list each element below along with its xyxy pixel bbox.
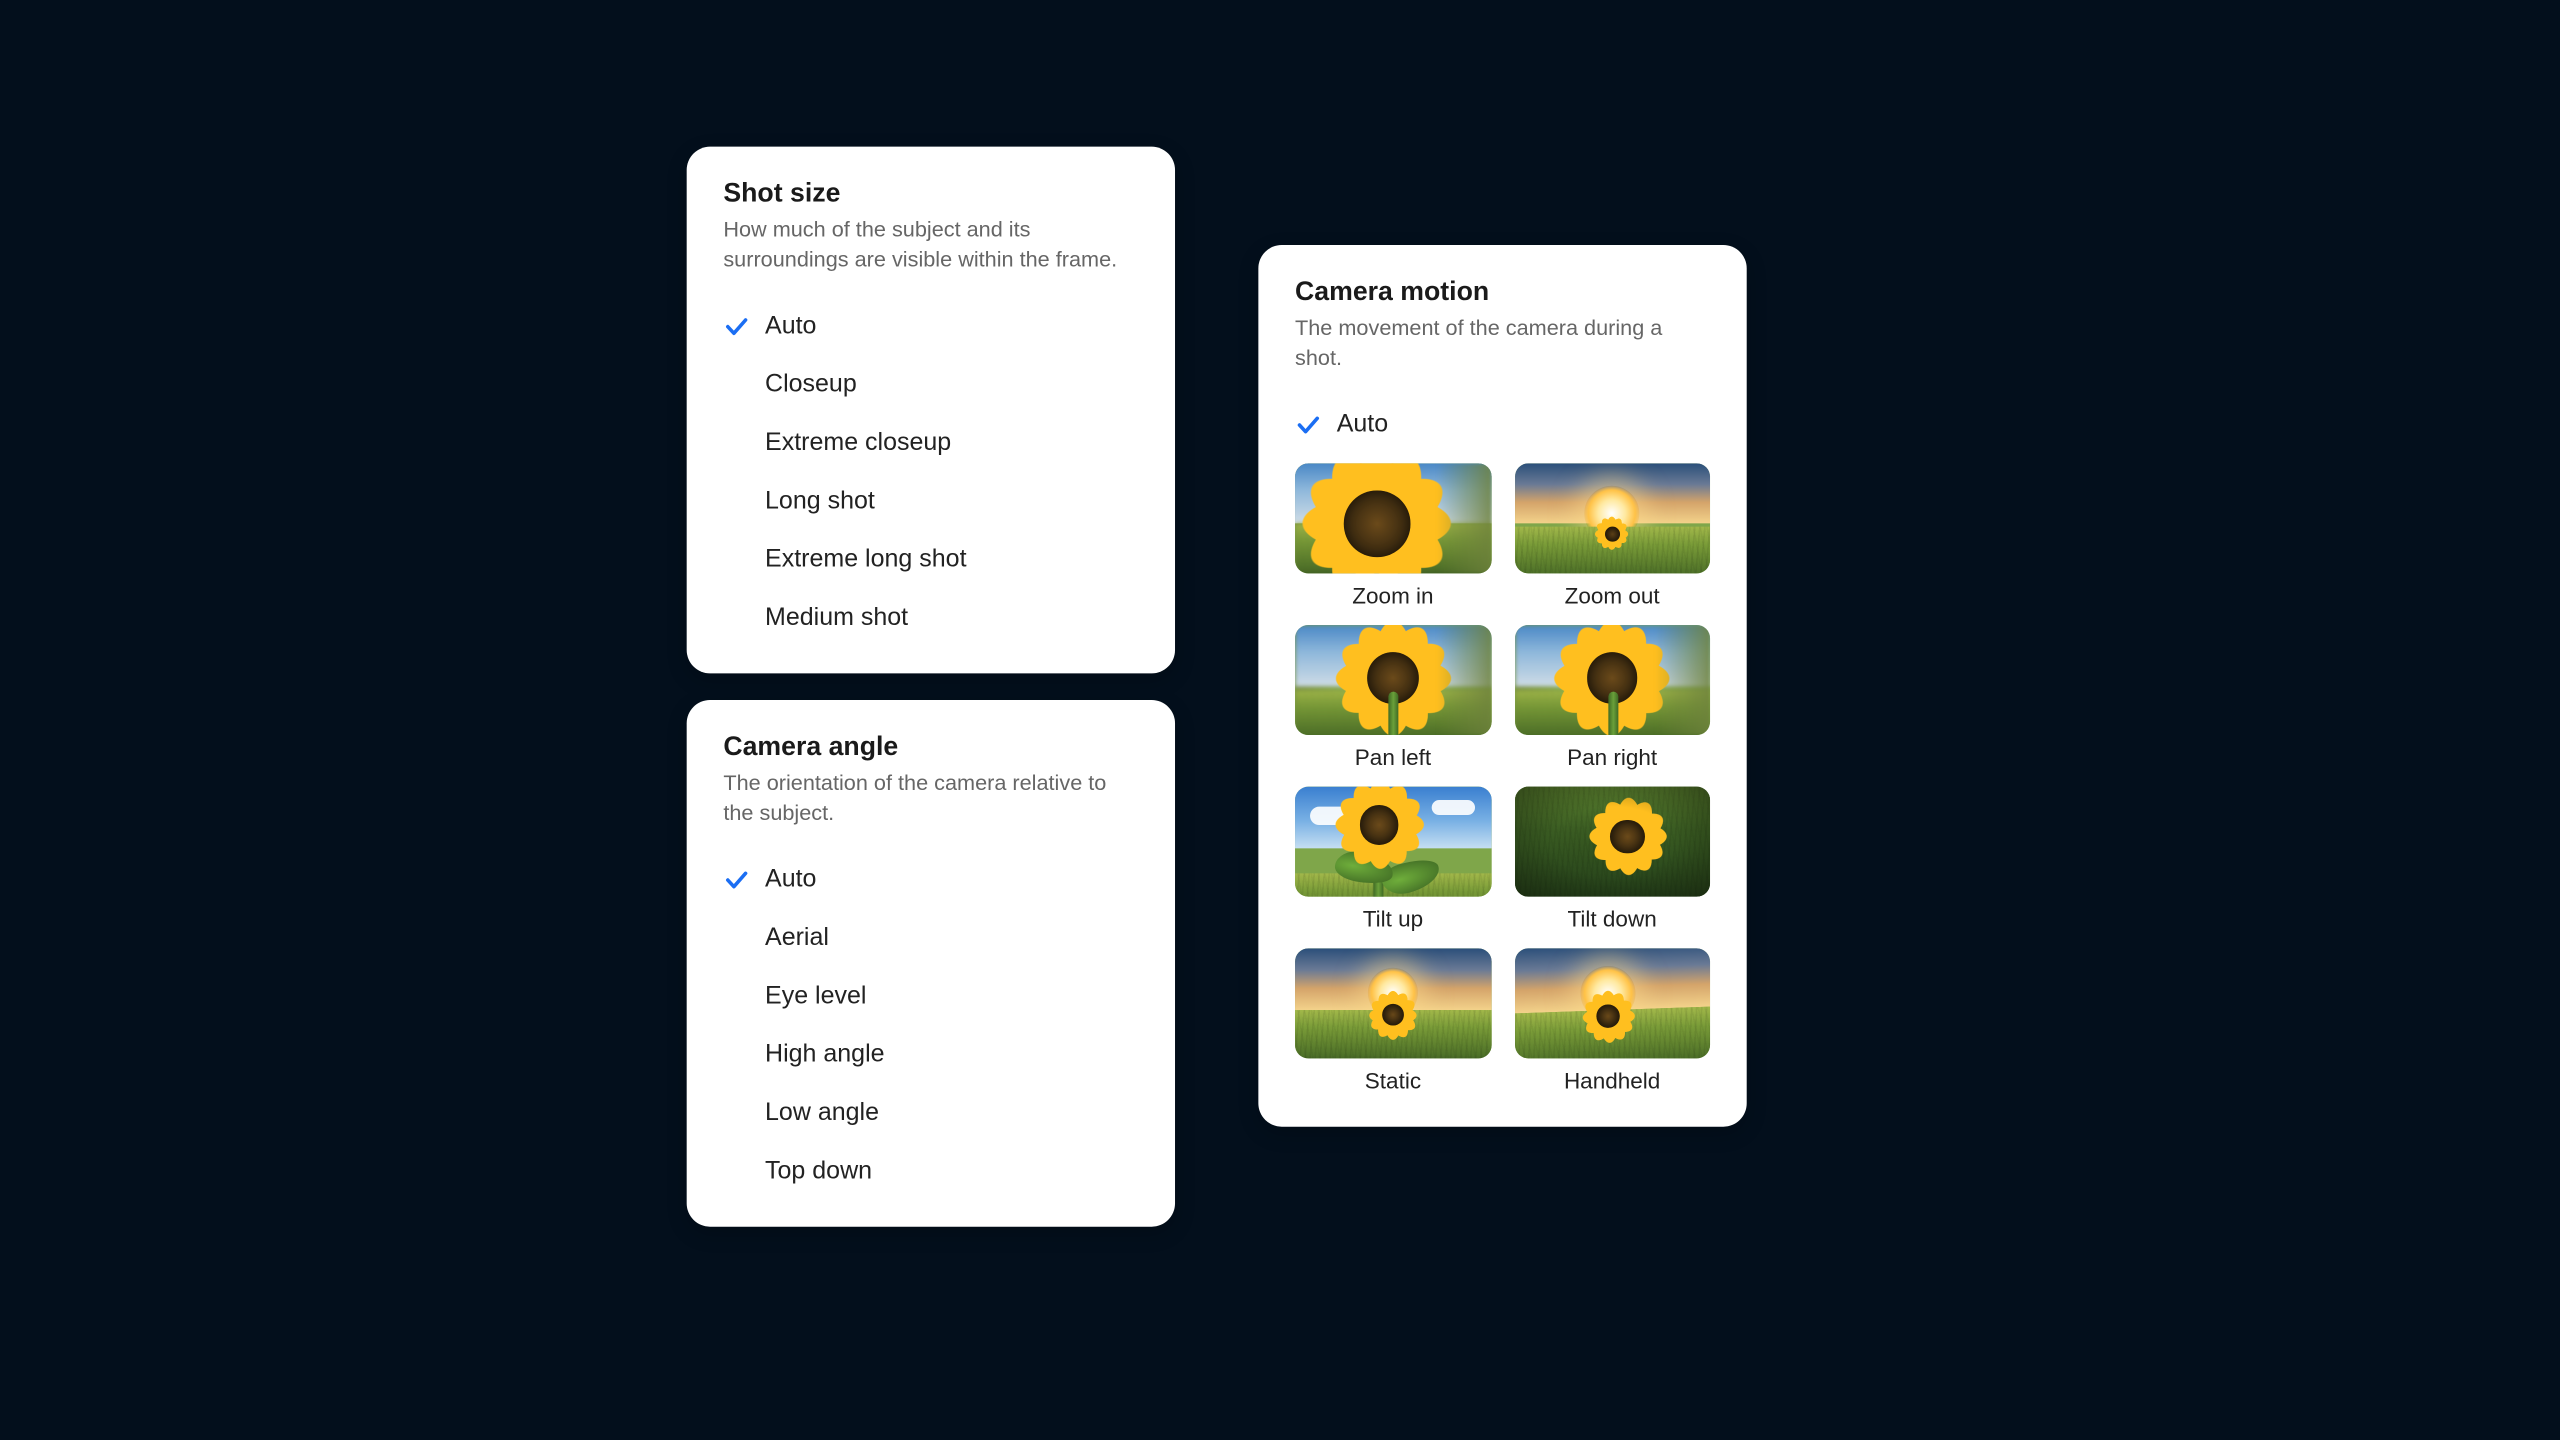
option-medium-shot[interactable]: Medium shot (723, 589, 1138, 647)
camera-motion-panel: Camera motion The movement of the camera… (1258, 245, 1746, 1127)
motion-label: Pan left (1355, 745, 1431, 770)
option-low-angle[interactable]: Low angle (723, 1084, 1138, 1142)
option-label: Extreme closeup (765, 428, 951, 456)
option-label: High angle (765, 1040, 885, 1068)
thumbnail (1514, 787, 1710, 897)
motion-options-grid: Zoom in Zoom out (1295, 463, 1710, 1094)
option-closeup[interactable]: Closeup (723, 355, 1138, 413)
option-extreme-long-shot[interactable]: Extreme long shot (723, 530, 1138, 588)
option-top-down[interactable]: Top down (723, 1142, 1138, 1200)
thumbnail (1295, 463, 1491, 573)
option-auto[interactable]: Auto (723, 850, 1138, 908)
motion-handheld[interactable]: Handheld (1514, 949, 1710, 1094)
motion-static[interactable]: Static (1295, 949, 1491, 1094)
shot-size-description: How much of the subject and its surround… (723, 215, 1138, 273)
motion-tilt-down[interactable]: Tilt down (1514, 787, 1710, 932)
option-label: Auto (1337, 410, 1388, 438)
motion-pan-left[interactable]: Pan left (1295, 625, 1491, 770)
camera-motion-description: The movement of the camera during a shot… (1295, 313, 1710, 371)
camera-angle-panel: Camera angle The orientation of the came… (687, 700, 1175, 1227)
motion-label: Zoom out (1565, 584, 1660, 609)
option-aerial[interactable]: Aerial (723, 909, 1138, 967)
shot-size-title: Shot size (723, 180, 1138, 210)
option-label: Low angle (765, 1099, 879, 1127)
motion-label: Tilt up (1363, 907, 1423, 932)
option-auto[interactable]: Auto (1295, 395, 1710, 453)
motion-label: Zoom in (1352, 584, 1433, 609)
option-eye-level[interactable]: Eye level (723, 967, 1138, 1025)
camera-motion-title: Camera motion (1295, 278, 1710, 308)
option-label: Eye level (765, 982, 866, 1010)
thumbnail (1514, 463, 1710, 573)
motion-label: Tilt down (1568, 907, 1657, 932)
option-label: Long shot (765, 487, 875, 515)
check-icon (723, 313, 756, 340)
check-icon (1295, 411, 1328, 438)
thumbnail (1514, 949, 1710, 1059)
option-extreme-closeup[interactable]: Extreme closeup (723, 413, 1138, 471)
option-label: Auto (765, 865, 816, 893)
thumbnail (1295, 949, 1491, 1059)
option-label: Auto (765, 312, 816, 340)
option-auto[interactable]: Auto (723, 297, 1138, 355)
option-high-angle[interactable]: High angle (723, 1025, 1138, 1083)
shot-size-panel: Shot size How much of the subject and it… (687, 147, 1175, 674)
motion-label: Pan right (1567, 745, 1657, 770)
camera-angle-title: Camera angle (723, 733, 1138, 763)
option-long-shot[interactable]: Long shot (723, 472, 1138, 530)
motion-zoom-out[interactable]: Zoom out (1514, 463, 1710, 608)
option-label: Medium shot (765, 604, 908, 632)
check-icon (723, 866, 756, 893)
thumbnail (1295, 787, 1491, 897)
thumbnail (1295, 625, 1491, 735)
motion-label: Static (1365, 1069, 1421, 1094)
motion-tilt-up[interactable]: Tilt up (1295, 787, 1491, 932)
thumbnail (1514, 625, 1710, 735)
motion-zoom-in[interactable]: Zoom in (1295, 463, 1491, 608)
option-label: Top down (765, 1157, 872, 1185)
option-label: Extreme long shot (765, 545, 967, 573)
option-label: Closeup (765, 370, 857, 398)
motion-pan-right[interactable]: Pan right (1514, 625, 1710, 770)
option-label: Aerial (765, 924, 829, 952)
motion-label: Handheld (1564, 1069, 1660, 1094)
camera-angle-description: The orientation of the camera relative t… (723, 768, 1138, 826)
